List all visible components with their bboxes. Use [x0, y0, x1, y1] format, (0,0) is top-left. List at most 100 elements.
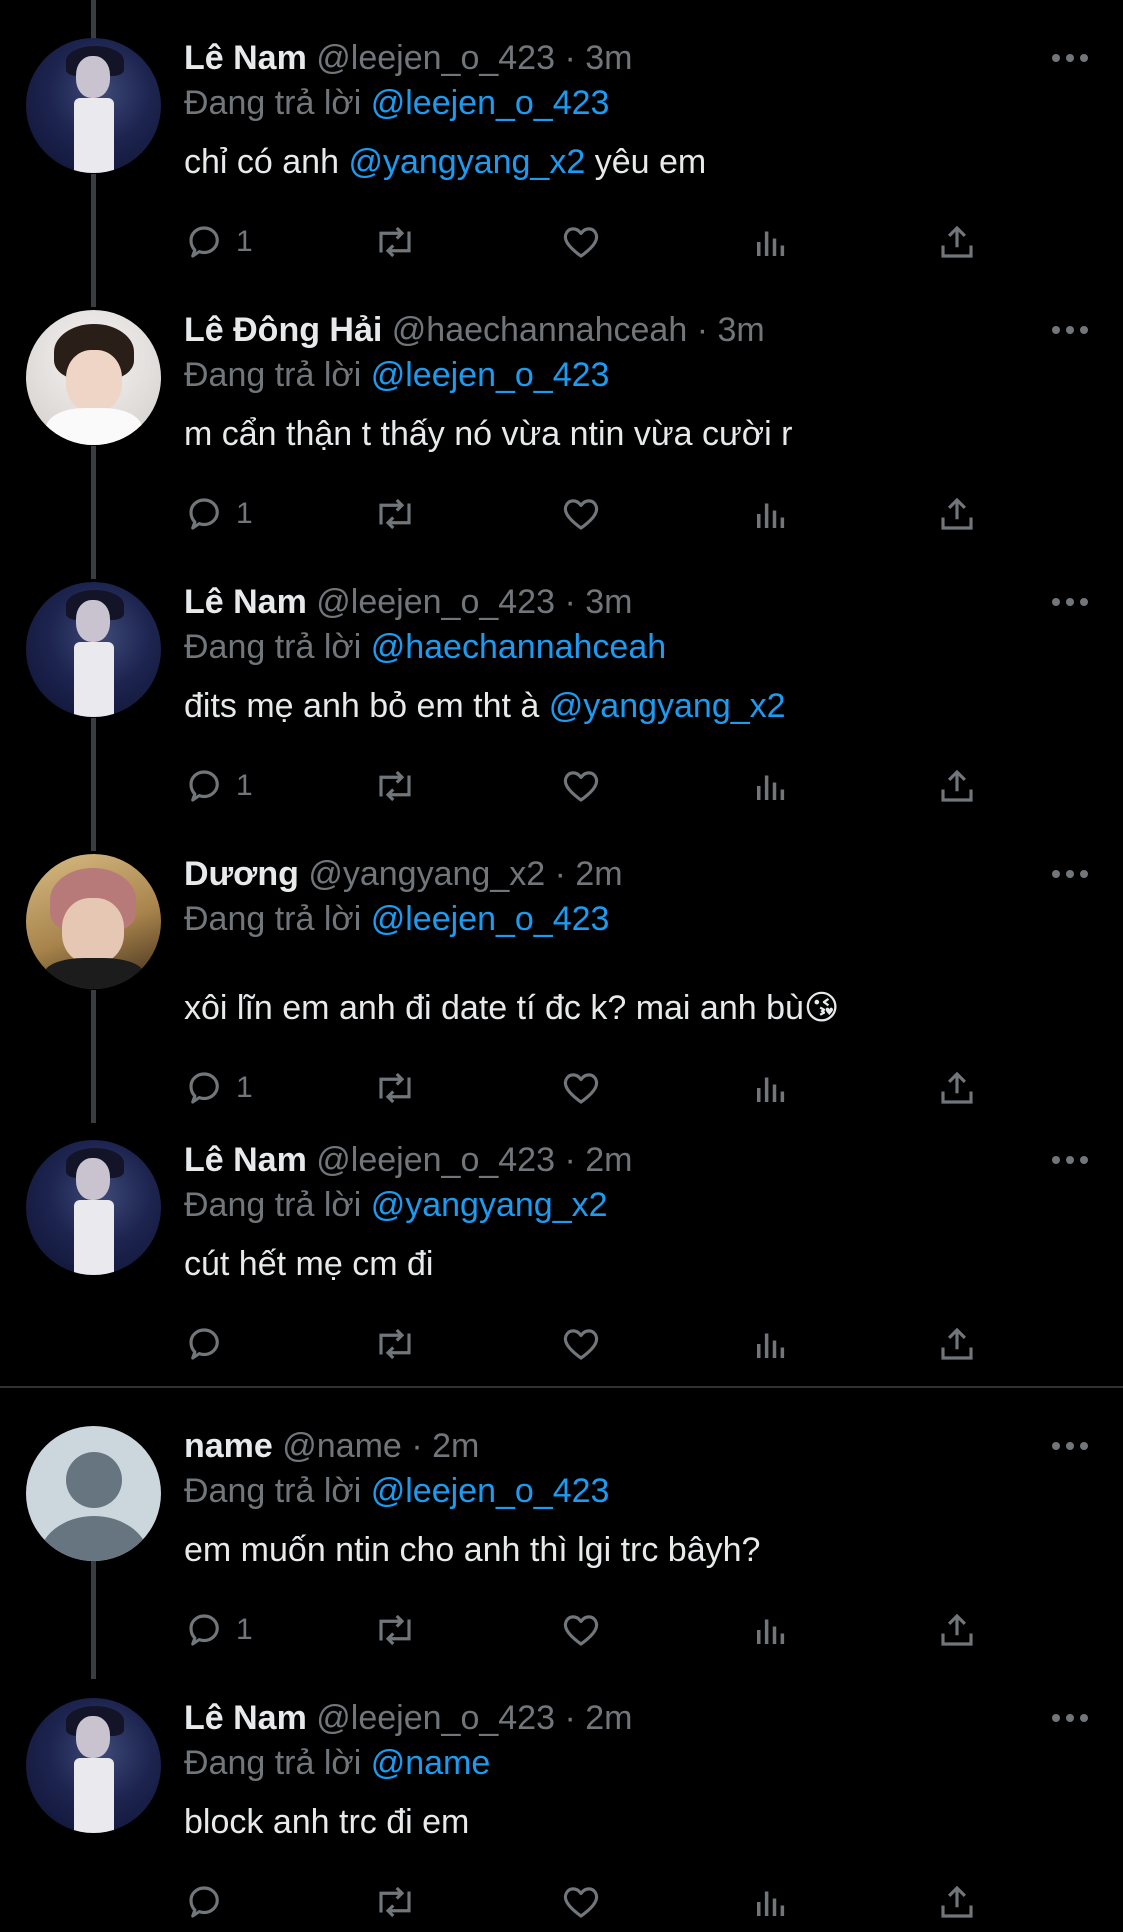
author-handle[interactable]: @name: [282, 1427, 402, 1465]
timestamp[interactable]: 2m: [585, 1141, 632, 1179]
author-handle[interactable]: @yangyang_x2: [308, 855, 545, 893]
tweet-actions: [0, 1320, 1123, 1368]
share-icon: [936, 1609, 978, 1651]
retweet-button[interactable]: [372, 1320, 418, 1368]
reply-button[interactable]: 1: [184, 1606, 253, 1654]
text-segment: cút hết mẹ cm đi: [184, 1245, 434, 1283]
timestamp[interactable]: 2m: [575, 855, 622, 893]
author-handle[interactable]: @leejen_o_423: [316, 583, 555, 621]
like-icon: [560, 221, 602, 263]
more-icon[interactable]: [1050, 52, 1090, 72]
tweet[interactable]: Lê Đông Hải @haechannahceah · 3m Đang tr…: [0, 272, 1123, 544]
tweet[interactable]: Lê Nam @leejen_o_423 · 2m Đang trả lời @…: [0, 1102, 1123, 1374]
replying-to: Đang trả lời @haechannahceah: [184, 627, 666, 667]
reply-target-mention[interactable]: @leejen_o_423: [371, 356, 610, 394]
retweet-button[interactable]: [372, 490, 418, 538]
analytics-button[interactable]: [750, 1606, 792, 1654]
avatar-lenam[interactable]: [26, 1140, 161, 1275]
more-icon[interactable]: [1050, 868, 1090, 888]
reply-target-mention[interactable]: @name: [371, 1744, 491, 1782]
like-button[interactable]: [560, 1320, 602, 1368]
tweet-actions: 1: [0, 1606, 1123, 1654]
retweet-button[interactable]: [372, 762, 418, 810]
avatar-default[interactable]: [26, 1426, 161, 1561]
retweet-icon: [372, 493, 418, 535]
like-button[interactable]: [560, 1878, 602, 1926]
tweet[interactable]: name @name · 2m Đang trả lời @leejen_o_4…: [0, 1388, 1123, 1660]
avatar-lenam[interactable]: [26, 1698, 161, 1833]
share-button[interactable]: [936, 762, 978, 810]
author-name[interactable]: Lê Nam: [184, 1141, 307, 1179]
reply-target-mention[interactable]: @haechannahceah: [371, 628, 666, 666]
timestamp[interactable]: 3m: [717, 311, 764, 349]
reply-button[interactable]: [184, 1878, 236, 1926]
more-icon[interactable]: [1050, 324, 1090, 344]
reply-target-mention[interactable]: @leejen_o_423: [371, 900, 610, 938]
like-icon: [560, 765, 602, 807]
text-mention[interactable]: @yangyang_x2: [348, 143, 585, 181]
share-button[interactable]: [936, 490, 978, 538]
more-icon[interactable]: [1050, 596, 1090, 616]
share-icon: [936, 765, 978, 807]
tweet[interactable]: Lê Nam @leejen_o_423 · 2m Đang trả lời @…: [0, 1660, 1123, 1932]
author-handle[interactable]: @leejen_o_423: [316, 39, 555, 77]
more-icon[interactable]: [1050, 1440, 1090, 1460]
avatar-lednghai[interactable]: [26, 310, 161, 445]
timestamp[interactable]: 2m: [432, 1427, 479, 1465]
timestamp[interactable]: 2m: [585, 1699, 632, 1737]
tweet[interactable]: Dương @yangyang_x2 · 2m Đang trả lời @le…: [0, 816, 1123, 1104]
like-button[interactable]: [560, 762, 602, 810]
author-name[interactable]: Lê Nam: [184, 39, 307, 77]
author-name[interactable]: Lê Nam: [184, 1699, 307, 1737]
reply-icon: [184, 493, 226, 535]
retweet-button[interactable]: [372, 1606, 418, 1654]
analytics-button[interactable]: [750, 218, 792, 266]
avatar-lenam[interactable]: [26, 38, 161, 173]
share-button[interactable]: [936, 1320, 978, 1368]
more-icon[interactable]: [1050, 1154, 1090, 1174]
author-name[interactable]: name: [184, 1427, 273, 1465]
share-button[interactable]: [936, 1878, 978, 1926]
author-handle[interactable]: @leejen_o_423: [316, 1141, 555, 1179]
replying-to: Đang trả lời @leejen_o_423: [184, 899, 609, 939]
analytics-button[interactable]: [750, 762, 792, 810]
reply-button[interactable]: 1: [184, 218, 253, 266]
reply-count: 1: [236, 769, 253, 802]
author-name[interactable]: Dương: [184, 855, 299, 893]
like-button[interactable]: [560, 1606, 602, 1654]
text-mention[interactable]: @yangyang_x2: [549, 687, 786, 725]
text-segment: block anh trc đi em: [184, 1803, 470, 1841]
retweet-button[interactable]: [372, 218, 418, 266]
reply-target-mention[interactable]: @yangyang_x2: [371, 1186, 608, 1224]
avatar-duong[interactable]: [26, 854, 161, 989]
like-button[interactable]: [560, 490, 602, 538]
reply-button[interactable]: 1: [184, 490, 253, 538]
analytics-button[interactable]: [750, 1878, 792, 1926]
reply-button[interactable]: 1: [184, 762, 253, 810]
author-handle[interactable]: @haechannahceah: [392, 311, 687, 349]
text-segment: yêu em: [585, 143, 707, 181]
avatar-lenam[interactable]: [26, 582, 161, 717]
reply-target-mention[interactable]: @leejen_o_423: [371, 84, 610, 122]
share-button[interactable]: [936, 1606, 978, 1654]
retweet-button[interactable]: [372, 1878, 418, 1926]
tweet[interactable]: Lê Nam @leejen_o_423 · 3m Đang trả lời @…: [0, 0, 1123, 272]
more-icon[interactable]: [1050, 1712, 1090, 1732]
author-name[interactable]: Lê Nam: [184, 583, 307, 621]
text-segment: xôi lĩn em anh đi date tí đc k? mai anh …: [184, 989, 840, 1027]
reply-button[interactable]: [184, 1320, 236, 1368]
replying-prefix: Đang trả lời: [184, 628, 362, 666]
tweet-text: chỉ có anh @yangyang_x2 yêu em: [184, 142, 706, 182]
share-button[interactable]: [936, 218, 978, 266]
author-handle[interactable]: @leejen_o_423: [316, 1699, 555, 1737]
tweet-text: m cẩn thận t thấy nó vừa ntin vừa cười r: [184, 414, 792, 454]
timestamp[interactable]: 3m: [585, 583, 632, 621]
like-button[interactable]: [560, 218, 602, 266]
analytics-button[interactable]: [750, 490, 792, 538]
tweet[interactable]: Lê Nam @leejen_o_423 · 3m Đang trả lời @…: [0, 544, 1123, 816]
reply-target-mention[interactable]: @leejen_o_423: [371, 1472, 610, 1510]
analytics-button[interactable]: [750, 1320, 792, 1368]
author-name[interactable]: Lê Đông Hải: [184, 311, 382, 349]
separator-dot: ·: [411, 1427, 423, 1465]
timestamp[interactable]: 3m: [585, 39, 632, 77]
